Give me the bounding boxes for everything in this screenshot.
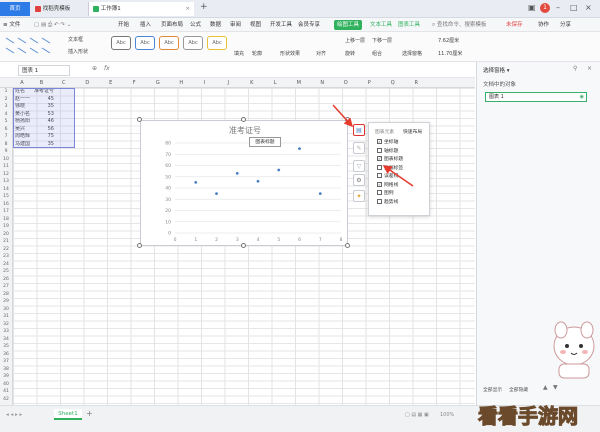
- selection-pane: 选择窗格 ▾ ⚲ × 文档中的对象 图表 1 ◉ 全部显示 全部隐藏 ▲ ▼: [476, 62, 600, 405]
- pane-object-label: 图表 1: [489, 94, 504, 100]
- zoom-level[interactable]: 100%: [440, 412, 454, 418]
- move-down-icon[interactable]: ▼: [553, 384, 558, 391]
- add-sheet-button[interactable]: +: [86, 409, 93, 418]
- pin-icon[interactable]: ⚲: [573, 65, 577, 72]
- sheet-tab-sheet1[interactable]: Sheet1: [54, 409, 82, 420]
- watermark-logo: 看看手游网: [478, 404, 579, 429]
- pane-object-item[interactable]: 图表 1 ◉: [485, 92, 587, 102]
- view-mode-icons[interactable]: ▢ ▤ ▦ ▣: [405, 412, 429, 418]
- arrow-to-elements-button: [332, 104, 354, 128]
- pane-subtitle: 文档中的对象: [483, 82, 517, 88]
- mascot-image: [553, 321, 595, 379]
- hide-all-button[interactable]: 全部隐藏: [509, 386, 528, 393]
- show-all-button[interactable]: 全部显示: [483, 386, 502, 393]
- pane-title: 选择窗格 ▾: [483, 68, 510, 74]
- visibility-eye-icon[interactable]: ◉: [580, 93, 584, 102]
- sheet-nav-arrows[interactable]: ◂ ◂ ▸ ▸: [6, 412, 22, 418]
- arrow-to-data-label: [382, 165, 414, 187]
- move-up-icon[interactable]: ▲: [543, 384, 548, 391]
- pane-close-icon[interactable]: ×: [587, 65, 592, 72]
